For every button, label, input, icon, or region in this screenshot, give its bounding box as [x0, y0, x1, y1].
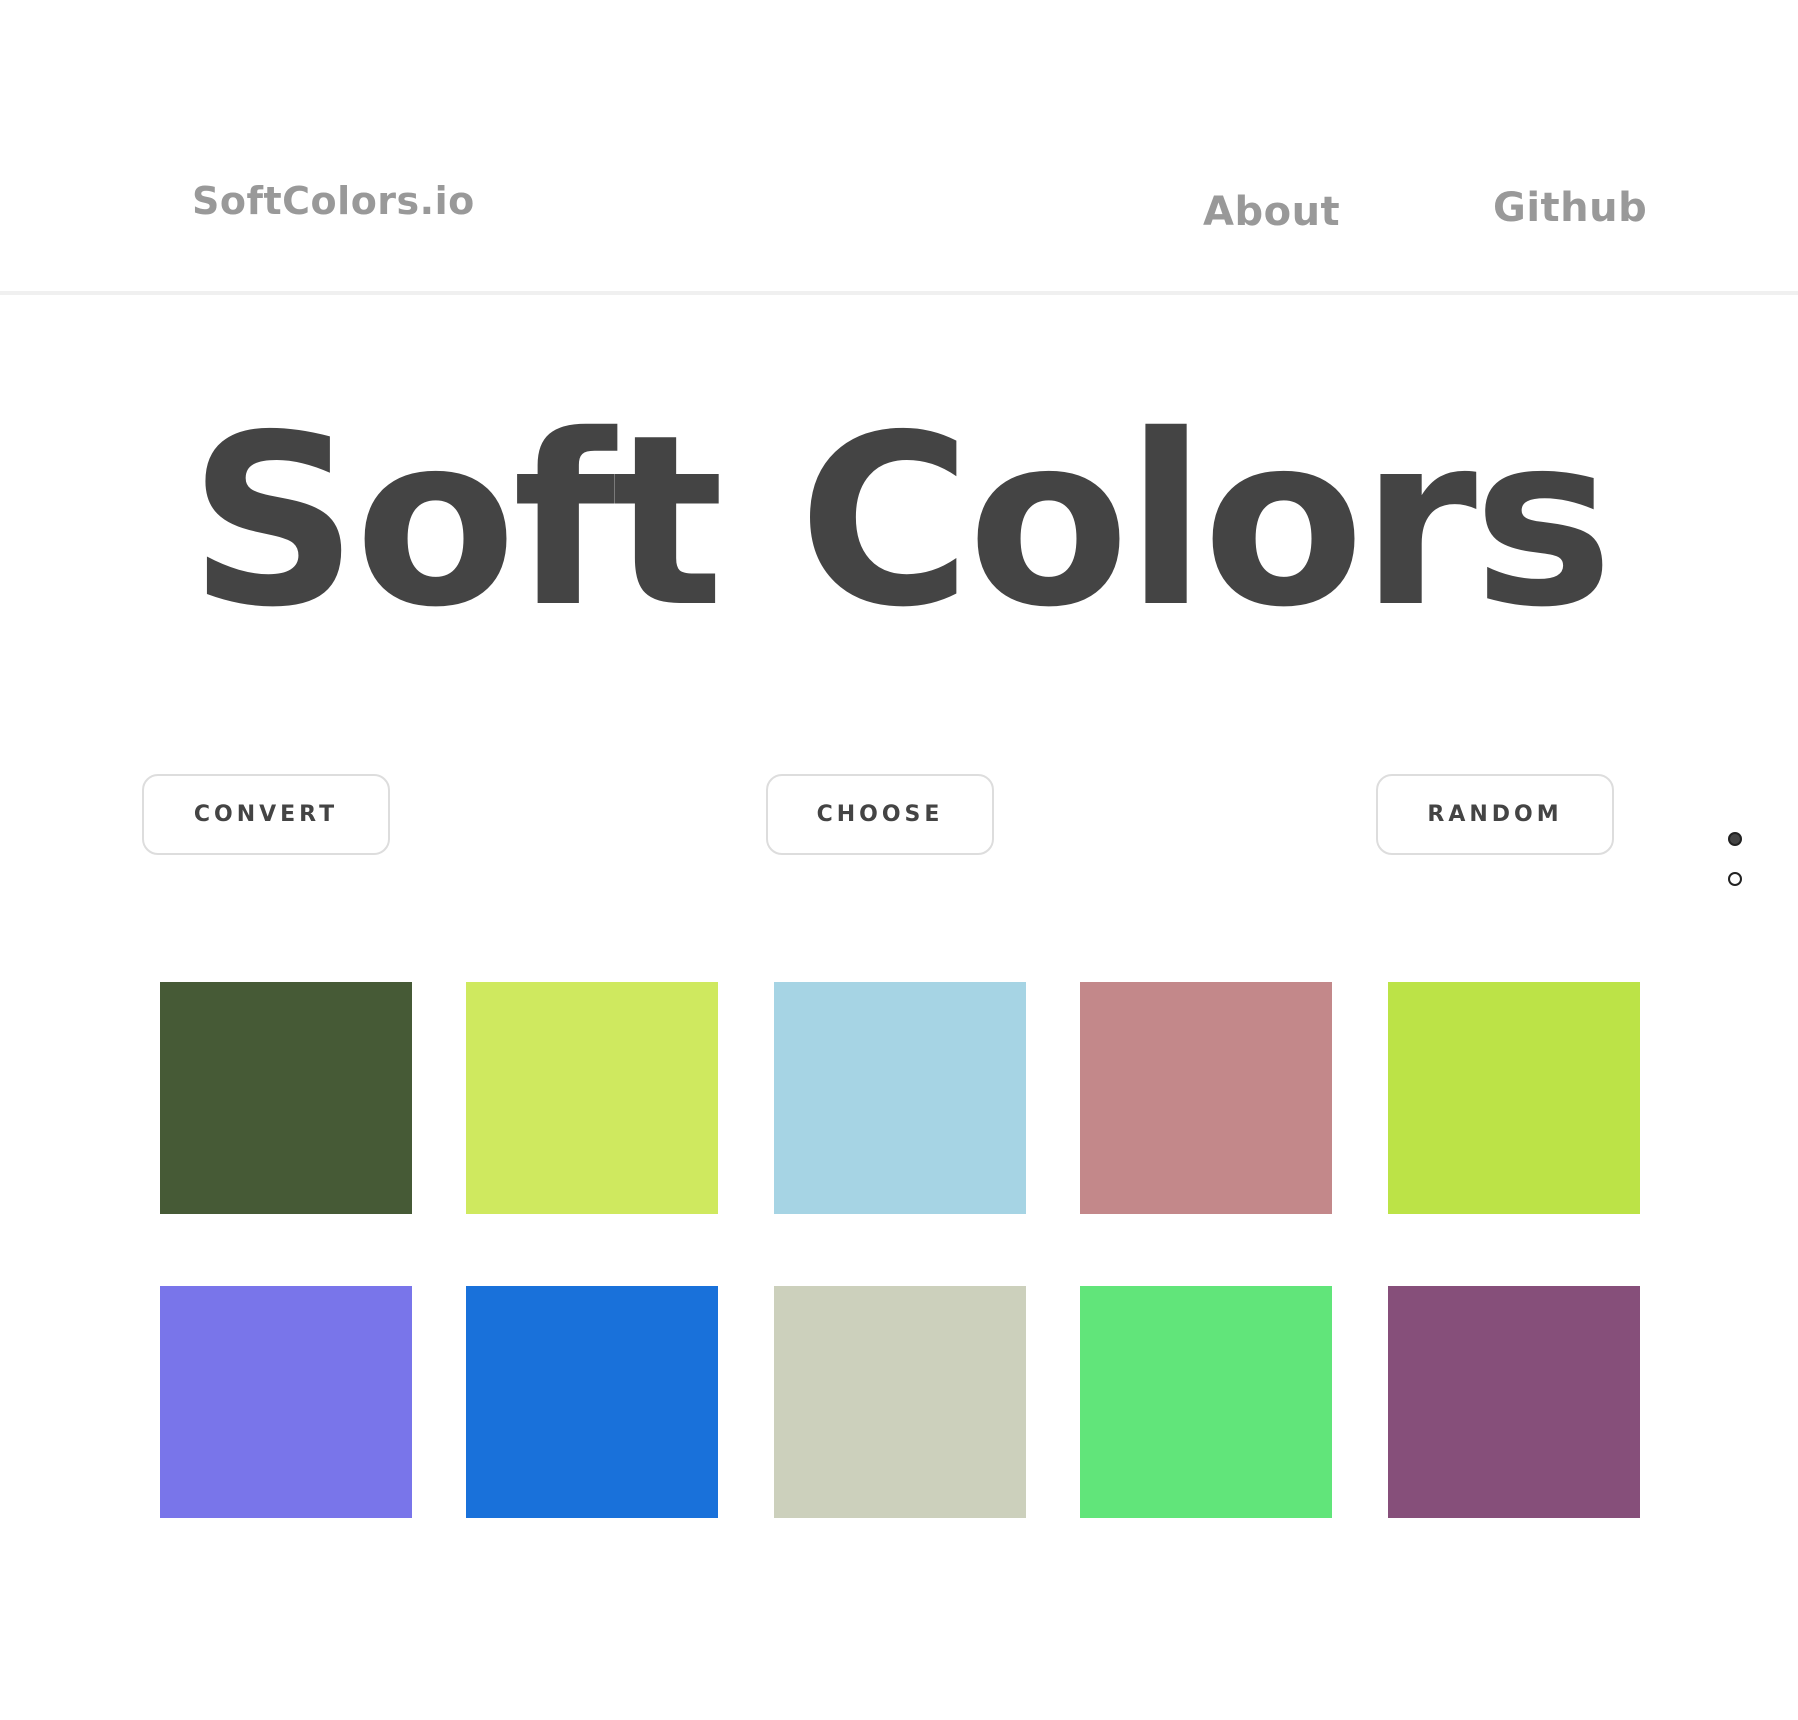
color-swatch[interactable]	[1080, 1286, 1332, 1518]
choose-button[interactable]: CHOOSE	[766, 774, 994, 855]
color-swatch[interactable]	[1388, 982, 1640, 1214]
color-swatch[interactable]	[774, 982, 1026, 1214]
convert-button[interactable]: CONVERT	[142, 774, 390, 855]
color-swatch[interactable]	[466, 982, 718, 1214]
color-swatch[interactable]	[1388, 1286, 1640, 1518]
color-swatch[interactable]	[1080, 982, 1332, 1214]
random-button[interactable]: RANDOM	[1376, 774, 1614, 855]
color-swatch[interactable]	[774, 1286, 1026, 1518]
nav-link-github[interactable]: Github	[1493, 188, 1647, 228]
page-dot-1-active[interactable]	[1728, 832, 1742, 846]
page-title: Soft Colors	[188, 384, 1614, 659]
color-swatch[interactable]	[160, 1286, 412, 1518]
color-swatch[interactable]	[466, 1286, 718, 1518]
nav-link-about[interactable]: About	[1203, 192, 1340, 232]
page-dot-2[interactable]	[1728, 872, 1742, 886]
color-swatch[interactable]	[160, 982, 412, 1214]
site-header: SoftColors.io About Github	[0, 0, 1798, 295]
brand-logo-link[interactable]: SoftColors.io	[192, 182, 475, 220]
